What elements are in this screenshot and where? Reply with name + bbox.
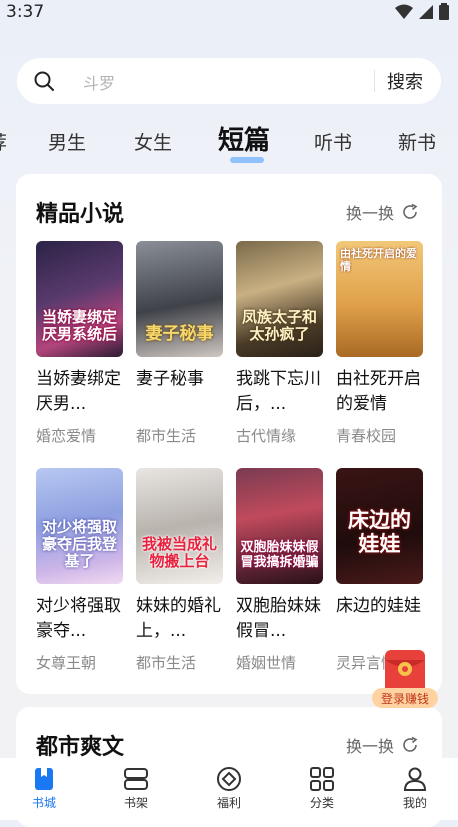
cover-title: 对少将强取豪夺后我登基了 xyxy=(41,518,117,570)
book-title: 我跳下忘川后，... xyxy=(236,369,321,414)
book-genre: 青春校园 xyxy=(336,427,397,445)
swap-button[interactable]: 换一换 xyxy=(346,733,420,757)
bookstore-icon xyxy=(35,768,53,790)
section-title: 都市爽文 xyxy=(36,735,125,760)
search-divider xyxy=(374,70,375,92)
tab-male[interactable]: 男生 xyxy=(48,128,86,155)
book-genre: 都市生活 xyxy=(136,427,197,445)
cover-title: 床边的娃娃 xyxy=(348,508,411,556)
book-title: 妻子秘事 xyxy=(136,369,204,389)
book-genre: 都市生活 xyxy=(136,654,197,672)
book-title: 双胞胎妹妹假冒... xyxy=(236,596,321,641)
cover-title: 当娇妻绑定厌男系统后 xyxy=(41,308,117,343)
book-title: 当娇妻绑定厌男... xyxy=(36,369,121,414)
nav-label: 福利 xyxy=(216,796,241,810)
book-title: 由社死开启的爱情 xyxy=(336,369,421,414)
nav-label: 我的 xyxy=(402,796,427,810)
nav-label: 书架 xyxy=(123,796,148,810)
book-cover: 双胞胎妹妹假冒我搞拆婚骗 xyxy=(236,468,323,584)
tab-active-indicator xyxy=(230,157,264,163)
book-item[interactable]: 由社死开启的爱情 由社死开启的爱情 青春校园 xyxy=(336,241,424,446)
bottom-nav: 书城 书架 福利 分类 我的 xyxy=(0,758,458,820)
nav-bookshelf[interactable]: 书架 xyxy=(106,766,166,811)
book-item[interactable]: 双胞胎妹妹假冒我搞拆婚骗 双胞胎妹妹假冒... 婚姻世情 xyxy=(236,468,324,673)
book-genre: 婚姻世情 xyxy=(236,654,297,672)
swap-label: 换一换 xyxy=(346,204,395,223)
wifi-icon xyxy=(395,4,413,19)
status-icons xyxy=(394,3,450,20)
category-tabs: 荐 男生 女生 短篇 听书 新书 xyxy=(0,118,458,163)
refresh-icon xyxy=(403,736,418,752)
book-item[interactable]: 妻子秘事 妻子秘事 都市生活 xyxy=(136,241,224,446)
tab-short-label: 短篇 xyxy=(218,126,271,156)
status-time: 3:37 xyxy=(6,2,45,22)
book-item[interactable]: 凤族太子和太孙疯了 我跳下忘川后，... 古代情缘 xyxy=(236,241,324,446)
book-cover: 当娇妻绑定厌男系统后 xyxy=(36,241,123,357)
search-icon xyxy=(34,71,54,91)
login-earn-badge[interactable]: 登录赚钱 xyxy=(372,650,438,708)
cover-title: 妻子秘事 xyxy=(145,324,214,344)
cover-title: 由社死开启的爱情 xyxy=(340,247,417,273)
profile-icon xyxy=(403,767,427,791)
refresh-icon xyxy=(403,203,418,219)
book-title: 床边的娃娃 xyxy=(336,596,421,616)
category-icon xyxy=(310,767,334,791)
signal-icon xyxy=(419,4,433,19)
cover-title: 凤族太子和太孙疯了 xyxy=(241,308,317,343)
tab-recommend[interactable]: 荐 xyxy=(0,128,7,155)
book-cover: 我被当成礼物搬上台 xyxy=(136,468,223,584)
login-earn-label: 登录赚钱 xyxy=(380,692,429,706)
book-title: 妹妹的婚礼上，... xyxy=(136,596,221,641)
book-cover: 对少将强取豪夺后我登基了 xyxy=(36,468,123,584)
book-item[interactable]: 当娇妻绑定厌男系统后 当娇妻绑定厌男... 婚恋爱情 xyxy=(36,241,124,446)
book-cover: 床边的娃娃 xyxy=(336,468,423,584)
book-genre: 女尊王朝 xyxy=(36,654,97,672)
status-bar: 3:37 xyxy=(0,0,458,24)
tab-short[interactable]: 短篇 xyxy=(218,120,271,163)
tab-new[interactable]: 新书 xyxy=(398,128,436,155)
cover-title: 双胞胎妹妹假冒我搞拆婚骗 xyxy=(240,540,319,570)
tab-female[interactable]: 女生 xyxy=(134,128,172,155)
nav-bookstore[interactable]: 书城 xyxy=(14,766,74,811)
swap-label: 换一换 xyxy=(346,737,395,756)
book-item[interactable]: 对少将强取豪夺后我登基了 对少将强取豪夺... 女尊王朝 xyxy=(36,468,124,673)
cover-title: 我被当成礼物搬上台 xyxy=(141,535,217,570)
battery-icon xyxy=(439,3,449,20)
book-cover: 凤族太子和太孙疯了 xyxy=(236,241,323,357)
bookshelf-icon xyxy=(124,768,148,790)
book-title: 对少将强取豪夺... xyxy=(36,596,121,641)
nav-profile[interactable]: 我的 xyxy=(385,766,445,811)
book-item[interactable]: 我被当成礼物搬上台 妹妹的婚礼上，... 都市生活 xyxy=(136,468,224,673)
search-input[interactable]: 斗罗 xyxy=(83,70,115,94)
nav-category[interactable]: 分类 xyxy=(292,766,352,811)
book-cover: 由社死开启的爱情 xyxy=(336,241,423,357)
search-button[interactable]: 搜索 xyxy=(387,68,423,94)
search-bar[interactable]: 斗罗 搜索 xyxy=(17,58,441,104)
tab-audiobook[interactable]: 听书 xyxy=(314,128,352,155)
swap-button[interactable]: 换一换 xyxy=(346,200,420,224)
nav-label: 分类 xyxy=(309,796,334,810)
book-item[interactable]: 床边的娃娃 床边的娃娃 灵异言情 xyxy=(336,468,424,673)
book-genre: 婚恋爱情 xyxy=(36,427,97,445)
nav-label: 书城 xyxy=(31,796,56,810)
welfare-icon xyxy=(217,767,241,791)
section-featured: 精品小说 换一换 当娇妻绑定厌男系统后 当娇妻绑定厌男... 婚恋爱情 妻子秘事… xyxy=(16,174,442,694)
book-cover: 妻子秘事 xyxy=(136,241,223,357)
section-title: 精品小说 xyxy=(36,202,125,227)
nav-welfare[interactable]: 福利 xyxy=(199,766,259,811)
book-genre: 古代情缘 xyxy=(236,427,297,445)
